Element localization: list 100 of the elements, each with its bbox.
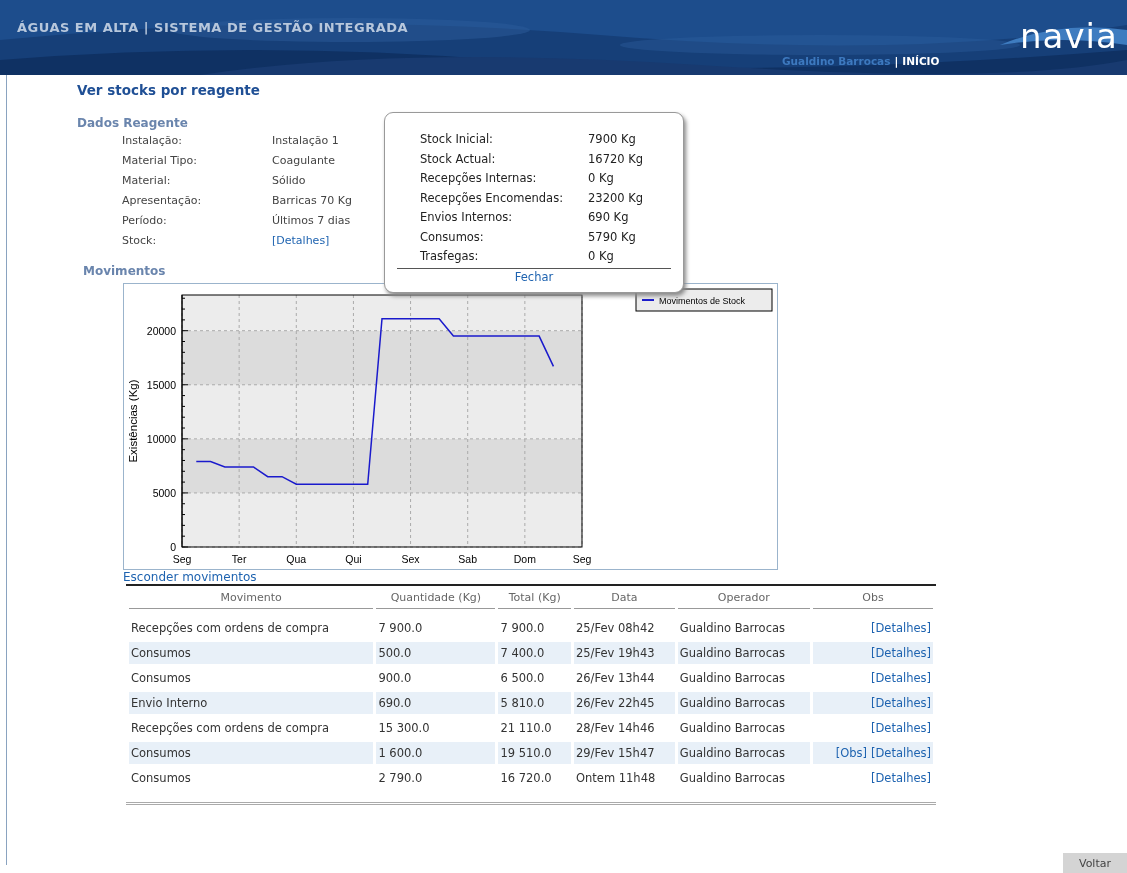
field-value: Instalação 1 (272, 133, 339, 149)
table-cell-text: Gualdino Barrocas (678, 720, 786, 737)
field-label: Material: (122, 173, 171, 189)
table-cell: Gualdino Barrocas (677, 642, 810, 664)
table-cell: 500.0 (376, 642, 496, 664)
y-tick-label: 10000 (146, 432, 176, 445)
row-link[interactable]: [Obs] (835, 746, 867, 760)
stock-value: 16720 Kg (588, 150, 644, 167)
table-cell: 690.0 (376, 692, 496, 714)
y-tick-label: 0 (170, 541, 176, 553)
table-cell-text: Gualdino Barrocas (678, 670, 786, 687)
table-cell-text: 900.0 (377, 670, 413, 687)
user-name: Gualdino Barrocas (782, 55, 891, 67)
stock-value: 23200 Kg (588, 189, 644, 206)
table-cell: 26/Fev 22h45 (573, 692, 675, 714)
separator-text: | (894, 55, 899, 67)
table-cell-text: Consumos (130, 670, 192, 687)
row-link[interactable]: [Detalhes] (871, 621, 931, 635)
table-cell: 19 510.0 (498, 742, 571, 764)
x-tick-label: Qua (286, 553, 307, 565)
x-tick-label: Seg (572, 553, 592, 565)
legend-label: Movimentos de Stock (659, 295, 746, 306)
y-tick-label: 20000 (146, 324, 176, 337)
field-label: Instalação: (122, 133, 183, 149)
table-cell: Consumos (129, 742, 374, 764)
stock-label: Consumos: (420, 228, 484, 245)
details-link[interactable]: [Detalhes] (272, 233, 330, 249)
close-link[interactable]: Fechar (514, 269, 554, 284)
table-cell-text: Ontem 11h48 (574, 770, 657, 787)
column-header: Movimento (129, 589, 374, 609)
column-header: Obs (812, 589, 933, 609)
table-cell-text: 2 790.0 (377, 770, 424, 787)
table-cell: 25/Fev 19h43 (573, 642, 675, 664)
stock-value: 690 Kg (588, 209, 629, 226)
chart-legend: Movimentos de Stock (635, 288, 773, 312)
stock-value: 5790 Kg (588, 228, 636, 245)
stock-label: Recepções Internas: (420, 170, 537, 187)
table-cell: Gualdino Barrocas (677, 742, 810, 764)
home-link[interactable]: INÍCIO (902, 55, 940, 67)
x-tick-label: Sab (458, 553, 478, 565)
stock-value: 7900 Kg (588, 131, 636, 148)
x-tick-label: Dom (513, 553, 536, 565)
row-link[interactable]: [Detalhes] (871, 746, 931, 760)
table-cell-text: 16 720.0 (499, 770, 553, 787)
table-cell-text: 28/Fev 14h46 (574, 720, 656, 737)
column-header: Total (Kg) (498, 589, 571, 609)
column-header: Quantidade (Kg) (376, 589, 496, 609)
back-button[interactable]: Voltar (1063, 853, 1127, 873)
table-cell-text: Recepções com ordens de compra (130, 720, 331, 737)
table-cell: 29/Fev 15h47 (573, 742, 675, 764)
y-tick-label: 15000 (146, 378, 176, 391)
table-cell-text: Recepções com ordens de compra (130, 620, 331, 637)
field-label: Período: (122, 213, 167, 229)
x-tick-label: Ter (231, 553, 247, 565)
table-cell: Consumos (129, 642, 374, 664)
table-cell-text: 6 500.0 (499, 670, 546, 687)
table-cell: 1 600.0 (376, 742, 496, 764)
stock-label: Recepções Encomendas: (420, 189, 564, 206)
table-cell: 7 400.0 (498, 642, 571, 664)
app-title: ÁGUAS EM ALTA | SISTEMA DE GESTÃO INTEGRADA (17, 20, 409, 35)
x-tick-label: Qui (345, 553, 362, 565)
table-cell-text: 25/Fev 08h42 (574, 620, 656, 637)
field-label: Apresentação: (122, 193, 202, 209)
x-tick-label: Seg (172, 553, 192, 565)
row-link[interactable]: [Detalhes] (871, 671, 931, 685)
page-title: Ver stocks por reagente (77, 81, 261, 98)
field-value: Barricas 70 Kg (272, 193, 352, 209)
column-header: Operador (677, 589, 810, 609)
y-axis-label: Existências (Kg) (127, 379, 139, 463)
stock-label: Envios Internos: (420, 209, 513, 226)
table-cell: Gualdino Barrocas (677, 692, 810, 714)
field-label: Stock: (122, 233, 157, 249)
stock-value: 0 Kg (588, 248, 614, 265)
section-heading: Movimentos (82, 263, 166, 278)
table-cell-text: 21 110.0 (499, 720, 553, 737)
table-cell-text: Gualdino Barrocas (678, 620, 786, 637)
field-value: Últimos 7 dias (272, 213, 351, 229)
table-cell-text: 26/Fev 13h44 (574, 670, 656, 687)
field-value: Sólido (272, 173, 306, 189)
stock-label: Stock Inicial: (420, 131, 493, 148)
table-cell-text: 15 300.0 (377, 720, 431, 737)
hide-movements-link[interactable]: Esconder movimentos (123, 570, 257, 584)
stock-label: Stock Actual: (420, 150, 496, 167)
y-tick-label: 5000 (152, 486, 176, 499)
x-tick-label: Sex (401, 553, 420, 565)
table-cell-text: Gualdino Barrocas (678, 770, 786, 787)
row-link[interactable]: [Detalhes] (871, 721, 931, 735)
section-heading: Dados Reagente (77, 115, 188, 130)
table-cell-text: 7 900.0 (499, 620, 546, 637)
table-cell: 5 810.0 (498, 692, 571, 714)
stock-label: Trasfegas: (420, 248, 479, 265)
column-header: Data (573, 589, 675, 609)
stock-value: 0 Kg (588, 170, 614, 187)
table-cell: Envio Interno (129, 692, 374, 714)
table-cell-text: Consumos (130, 770, 192, 787)
field-label: Material Tipo: (122, 153, 198, 169)
table-cell-text: 7 900.0 (377, 620, 424, 637)
logo: navia (1020, 16, 1118, 56)
row-link[interactable]: [Detalhes] (871, 771, 931, 785)
field-value: Coagulante (272, 153, 335, 169)
